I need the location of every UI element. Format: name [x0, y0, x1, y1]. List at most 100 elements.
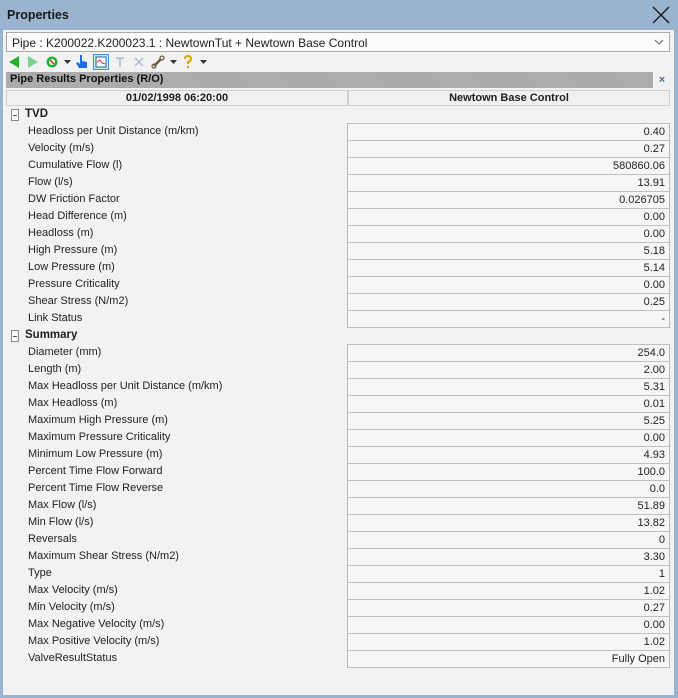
property-label[interactable]: Link Status	[28, 310, 82, 327]
properties-window: Properties Pipe : K200022.K200023.1 : Ne…	[0, 0, 678, 698]
property-label[interactable]: Max Negative Velocity (m/s)	[28, 616, 164, 633]
property-label[interactable]: Max Headloss per Unit Distance (m/km)	[28, 378, 222, 395]
property-value[interactable]: 5.25	[348, 412, 669, 429]
back-button[interactable]	[6, 54, 22, 70]
property-value[interactable]: 0.00	[348, 616, 669, 633]
property-value[interactable]: 51.89	[348, 497, 669, 514]
property-label[interactable]: Minimum Low Pressure (m)	[28, 446, 162, 463]
property-label[interactable]: Cumulative Flow (l)	[28, 157, 122, 174]
scenario-column-header[interactable]: Newtown Base Control	[348, 90, 670, 106]
property-value[interactable]: 0.00	[348, 429, 669, 446]
property-label[interactable]: High Pressure (m)	[28, 242, 117, 259]
back-arrow-icon	[9, 56, 19, 68]
property-label[interactable]: Max Flow (l/s)	[28, 497, 96, 514]
section-header: Pipe Results Properties (R/O)	[6, 72, 653, 88]
property-value[interactable]: 0.00	[348, 225, 669, 242]
delete-button[interactable]	[131, 54, 147, 70]
target-button[interactable]	[44, 54, 60, 70]
property-value[interactable]: 13.91	[348, 174, 669, 191]
values-column: 0.40 0.27 580860.06 13.91 0.026705 0.00 0.00 5.…	[347, 123, 670, 328]
forward-button[interactable]	[25, 54, 41, 70]
property-label[interactable]: Velocity (m/s)	[28, 140, 94, 157]
dropdown-arrow-icon	[169, 59, 177, 64]
property-value[interactable]: 254.0	[348, 344, 669, 361]
graph-view-button[interactable]	[93, 54, 109, 70]
tools-dropdown[interactable]	[169, 54, 177, 70]
dropdown-arrow-icon	[63, 59, 71, 64]
collapse-toggle-icon[interactable]	[11, 109, 19, 121]
property-value[interactable]: 0.27	[348, 599, 669, 616]
timestamp-column-header[interactable]: 01/02/1998 06:20:00	[6, 90, 348, 106]
close-button[interactable]	[650, 4, 672, 26]
target-dropdown[interactable]	[63, 54, 71, 70]
property-value[interactable]: 580860.06	[348, 157, 669, 174]
property-label[interactable]: Length (m)	[28, 361, 81, 378]
property-value[interactable]: 0.00	[348, 276, 669, 293]
property-value[interactable]: 13.82	[348, 514, 669, 531]
window-title: Properties	[7, 8, 69, 22]
chevron-down-icon	[654, 39, 664, 45]
forward-arrow-icon	[28, 56, 38, 68]
property-label[interactable]: Headloss per Unit Distance (m/km)	[28, 123, 199, 140]
help-icon	[184, 55, 193, 69]
property-value[interactable]: 0.00	[348, 208, 669, 225]
target-icon	[46, 56, 58, 68]
property-label[interactable]: Shear Stress (N/m2)	[28, 293, 128, 310]
property-value[interactable]: 0.40	[348, 123, 669, 140]
property-value[interactable]: 5.31	[348, 378, 669, 395]
property-label[interactable]: Reversals	[28, 531, 77, 548]
property-label[interactable]: DW Friction Factor	[28, 191, 120, 208]
property-value[interactable]: 0	[348, 531, 669, 548]
collapse-toggle-icon[interactable]	[11, 330, 19, 342]
element-selector-dropdown[interactable]: Pipe : K200022.K200023.1 : NewtownTut + …	[6, 32, 670, 52]
text-icon	[116, 57, 124, 67]
help-button[interactable]	[180, 54, 196, 70]
tools-button[interactable]	[150, 54, 166, 70]
property-value[interactable]: 1.02	[348, 582, 669, 599]
property-value[interactable]: 0.25	[348, 293, 669, 310]
property-label[interactable]: Max Headloss (m)	[28, 395, 117, 412]
pointer-hand-icon	[76, 55, 87, 68]
property-label[interactable]: Max Velocity (m/s)	[28, 582, 118, 599]
property-label[interactable]: Headloss (m)	[28, 225, 93, 242]
property-label[interactable]: Min Velocity (m/s)	[28, 599, 115, 616]
property-value[interactable]: 5.14	[348, 259, 669, 276]
property-label[interactable]: Pressure Criticality	[28, 276, 120, 293]
property-value[interactable]: 4.93	[348, 446, 669, 463]
property-value[interactable]: 0.01	[348, 395, 669, 412]
property-label[interactable]: Flow (l/s)	[28, 174, 73, 191]
property-label[interactable]: ValveResultStatus	[28, 650, 117, 667]
title-bar: Properties	[0, 0, 678, 30]
property-value[interactable]: -	[348, 310, 669, 328]
property-value[interactable]: 3.30	[348, 548, 669, 565]
values-column: 254.0 2.00 5.31 0.01 5.25 0.00 4.93 100.0 0.0 51.…	[347, 344, 670, 668]
selector-value: Pipe : K200022.K200023.1 : NewtownTut + …	[12, 36, 368, 50]
property-label[interactable]: Low Pressure (m)	[28, 259, 115, 276]
property-value[interactable]: 2.00	[348, 361, 669, 378]
property-label[interactable]: Type	[28, 565, 52, 582]
property-label[interactable]: Min Flow (l/s)	[28, 514, 93, 531]
property-value[interactable]: 0.27	[348, 140, 669, 157]
graph-view-icon	[95, 56, 107, 68]
property-label[interactable]: Percent Time Flow Reverse	[28, 480, 163, 497]
property-value[interactable]: 1	[348, 565, 669, 582]
property-label[interactable]: Maximum Shear Stress (N/m2)	[28, 548, 179, 565]
property-label[interactable]: Head Difference (m)	[28, 208, 127, 225]
property-label[interactable]: Percent Time Flow Forward	[28, 463, 162, 480]
property-label[interactable]: Diameter (mm)	[28, 344, 101, 361]
property-value[interactable]: 0.0	[348, 480, 669, 497]
text-button[interactable]	[112, 54, 128, 70]
property-label[interactable]: Maximum Pressure Criticality	[28, 429, 170, 446]
property-value[interactable]: 1.02	[348, 633, 669, 650]
property-label[interactable]: Maximum High Pressure (m)	[28, 412, 168, 429]
section-close-button[interactable]: ×	[656, 74, 668, 86]
select-pointer-button[interactable]	[74, 54, 90, 70]
help-dropdown[interactable]	[199, 54, 207, 70]
dropdown-arrow-icon	[199, 59, 207, 64]
property-value[interactable]: 100.0	[348, 463, 669, 480]
wrench-icon	[151, 55, 165, 69]
property-value[interactable]: 0.026705	[348, 191, 669, 208]
property-label[interactable]: Max Positive Velocity (m/s)	[28, 633, 159, 650]
property-value[interactable]: 5.18	[348, 242, 669, 259]
property-value[interactable]: Fully Open	[348, 650, 669, 668]
